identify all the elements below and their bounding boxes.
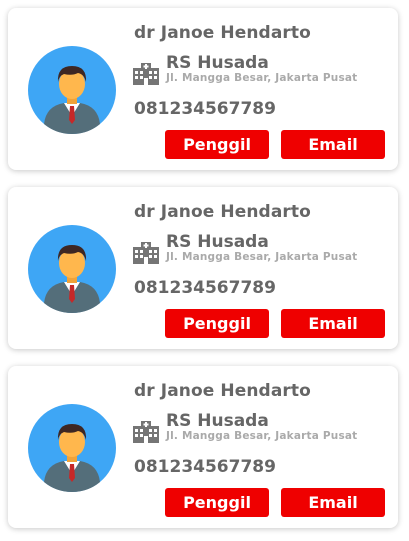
phone-number: 081234567789 [134,99,276,119]
doctor-avatar-icon [28,46,116,134]
phone-number: 081234567789 [134,457,276,477]
doctor-avatar-icon [28,404,116,492]
doctor-avatar-icon [28,225,116,313]
call-button[interactable]: Penggil [165,130,269,159]
hospital-building-icon [133,242,159,264]
doctor-card: dr Janoe Hendarto RS Husada Jl. Mangga B… [8,366,398,528]
email-button[interactable]: Email [281,130,385,159]
hospital-address: Jl. Mangga Besar, Jakarta Pusat [166,72,358,84]
call-button[interactable]: Penggil [165,309,269,338]
email-button[interactable]: Email [281,309,385,338]
hospital-name: RS Husada [166,411,269,431]
email-button[interactable]: Email [281,488,385,517]
phone-number: 081234567789 [134,278,276,298]
doctor-name: dr Janoe Hendarto [134,23,311,43]
hospital-building-icon [133,421,159,443]
doctor-name: dr Janoe Hendarto [134,202,311,222]
doctor-card: dr Janoe Hendarto RS Husada Jl. Mangga B… [8,187,398,349]
hospital-address: Jl. Mangga Besar, Jakarta Pusat [166,430,358,442]
doctor-card: dr Janoe Hendarto RS Husada Jl. Mangga B… [8,8,398,170]
hospital-name: RS Husada [166,232,269,252]
hospital-name: RS Husada [166,53,269,73]
call-button[interactable]: Penggil [165,488,269,517]
hospital-address: Jl. Mangga Besar, Jakarta Pusat [166,251,358,263]
hospital-building-icon [133,63,159,85]
doctor-name: dr Janoe Hendarto [134,381,311,401]
